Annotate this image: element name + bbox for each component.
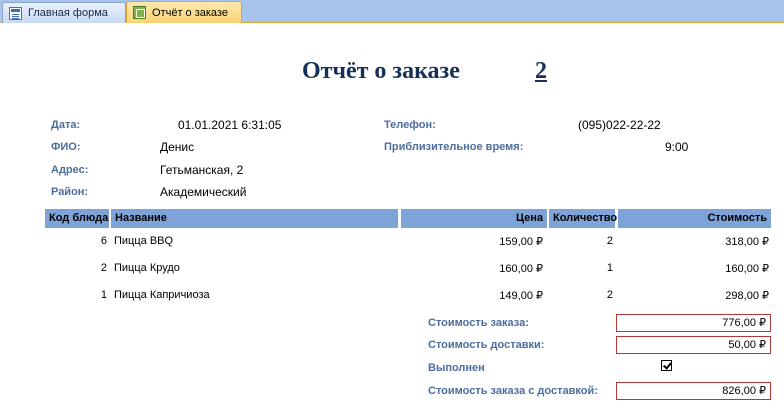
tab-order-report[interactable]: Отчёт о заказе — [126, 1, 242, 23]
row-price: 159,00 ₽ — [499, 236, 543, 248]
district-value: Академический — [160, 185, 247, 199]
approx-time-label: Приблизительное время: — [384, 141, 524, 153]
row-price: 149,00 ₽ — [499, 290, 543, 302]
row-cost: 298,00 ₽ — [725, 290, 769, 302]
col-header-name: Название — [111, 209, 398, 228]
order-number: 2 — [535, 58, 547, 84]
delivery-cost-label: Стоимость доставки: — [428, 339, 545, 351]
col-header-price: Цена — [401, 209, 547, 228]
tab-main-form[interactable]: Главная форма — [2, 2, 126, 23]
col-header-code: Код блюда — [45, 209, 109, 228]
report-title: Отчёт о заказе — [302, 58, 460, 84]
completed-checkbox[interactable] — [661, 360, 672, 371]
form-icon — [9, 6, 22, 20]
approx-time-value: 9:00 — [665, 140, 689, 154]
row-name: Пицца Капричиоза — [114, 289, 210, 301]
tab-order-report-label: Отчёт о заказе — [152, 6, 228, 19]
district-label: Район: — [51, 186, 89, 198]
col-header-quantity: Количество — [549, 209, 617, 228]
total-with-delivery-label: Стоимость заказа с доставкой: — [428, 385, 598, 397]
row-cost: 318,00 ₽ — [725, 236, 769, 248]
document-tab-strip: Главная форма Отчёт о заказе — [0, 0, 784, 23]
date-value: 01.01.2021 6:31:05 — [178, 118, 282, 132]
phone-label: Телефон: — [384, 119, 436, 131]
address-value: Гетьманская, 2 — [160, 163, 244, 177]
name-value: Денис — [160, 140, 195, 154]
name-label: ФИО: — [51, 141, 81, 153]
row-name: Пицца BBQ — [114, 235, 174, 247]
report-icon — [133, 6, 146, 19]
delivery-cost-field: 50,00 ₽ — [616, 336, 771, 354]
row-quantity: 2 — [606, 289, 613, 301]
date-label: Дата: — [51, 119, 81, 131]
row-cost: 160,00 ₽ — [725, 263, 769, 275]
phone-value: (095)022-22-22 — [578, 118, 661, 132]
col-header-cost: Стоимость — [618, 209, 771, 228]
row-price: 160,00 ₽ — [499, 263, 543, 275]
row-code: 1 — [100, 289, 107, 301]
row-quantity: 2 — [606, 235, 613, 247]
order-cost-field: 776,00 ₽ — [616, 314, 771, 332]
row-code: 2 — [100, 262, 107, 274]
row-quantity: 1 — [606, 262, 613, 274]
completed-label: Выполнен — [428, 362, 485, 374]
row-name: Пицца Крудо — [114, 262, 180, 274]
address-label: Адрес: — [51, 164, 89, 176]
order-cost-label: Стоимость заказа: — [428, 317, 529, 329]
total-with-delivery-field: 826,00 ₽ — [616, 382, 771, 400]
row-code: 6 — [100, 235, 107, 247]
tab-main-form-label: Главная форма — [28, 7, 108, 19]
